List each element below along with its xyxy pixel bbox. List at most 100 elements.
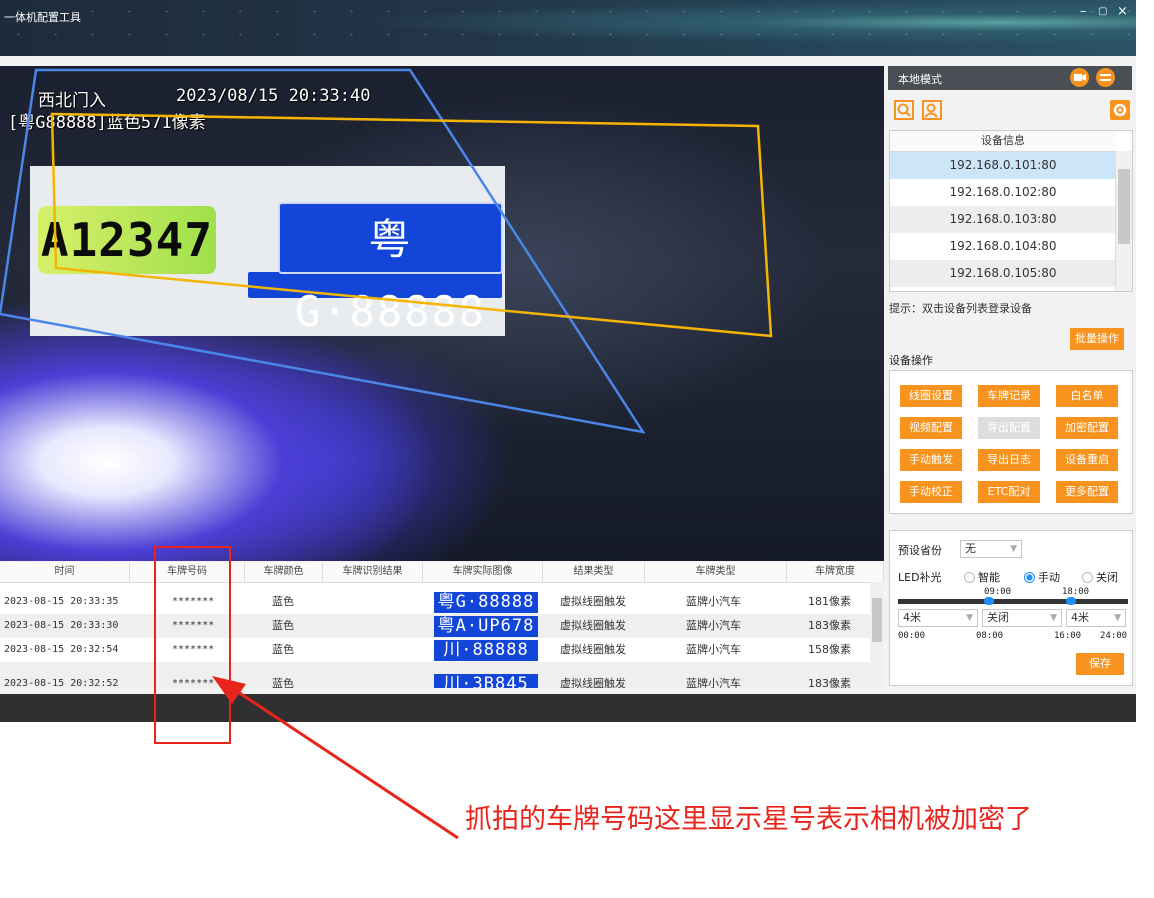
table-row[interactable]: 2023-08-15 20:33:35 ******* 蓝色 粤G·88888 … [0, 590, 870, 614]
cell-width: 158像素 [808, 643, 851, 656]
col-image[interactable]: 车牌实际图像 [423, 562, 543, 582]
title-bar: 一体机配置工具 – ▢ × [0, 0, 1136, 56]
cell-color: 蓝色 [272, 677, 294, 688]
cell-plate-image: 粤G·88888 [434, 592, 538, 613]
led-label: LED补光 [898, 571, 942, 584]
col-plate-type[interactable]: 车牌类型 [645, 562, 787, 582]
device-row[interactable]: 192.168.0.102:80 [890, 179, 1116, 206]
segment-select-2[interactable]: 关闭 ▼ [982, 609, 1062, 627]
save-button[interactable]: 保存 [1076, 653, 1124, 675]
cell-width: 183像素 [808, 619, 851, 632]
gear-icon[interactable] [1110, 100, 1130, 120]
table-scrollbar[interactable] [870, 582, 884, 688]
user-icon[interactable] [922, 100, 942, 120]
cell-time: 2023-08-15 20:32:52 [4, 678, 119, 688]
segment-select-1[interactable]: 4米 ▼ [898, 609, 978, 627]
axis-label: 16:00 [1054, 631, 1082, 641]
time-slider-track[interactable] [898, 599, 1128, 604]
col-time[interactable]: 时间 [0, 562, 130, 582]
switch-icon[interactable] [1096, 68, 1115, 87]
export-config-button[interactable]: 导出配置 [978, 417, 1040, 439]
scrollbar-thumb[interactable] [1118, 169, 1130, 244]
record-icon[interactable] [1070, 68, 1089, 87]
device-scrollbar[interactable] [1115, 151, 1132, 291]
device-reboot-button[interactable]: 设备重启 [1056, 449, 1118, 471]
device-row[interactable]: 192.168.0.104:80 [890, 233, 1116, 260]
radio-selected-icon [1024, 572, 1035, 583]
chevron-down-icon: ▼ [1010, 544, 1017, 554]
whitelist-button[interactable]: 白名单 [1056, 385, 1118, 407]
segment-value: 4米 [903, 611, 921, 624]
cell-result-type: 虚拟线圈触发 [560, 643, 626, 656]
more-config-button[interactable]: 更多配置 [1056, 481, 1118, 503]
col-width[interactable]: 车牌宽度 [787, 562, 884, 582]
records-table: 时间 车牌号码 车牌颜色 车牌识别结果 车牌实际图像 结果类型 车牌类型 车牌宽… [0, 562, 884, 688]
led-option-smart[interactable]: 智能 [964, 569, 1000, 585]
chevron-down-icon: ▼ [1050, 613, 1057, 623]
time-slider-handle-start[interactable] [984, 597, 994, 605]
coil-settings-button[interactable]: 线圈设置 [900, 385, 962, 407]
chevron-down-icon: ▼ [966, 613, 973, 623]
table-row[interactable]: 2023-08-15 20:33:30 ******* 蓝色 粤A·UP678 … [0, 614, 870, 638]
encryption-config-button[interactable]: 加密配置 [1056, 417, 1118, 439]
col-result-type[interactable]: 结果类型 [543, 562, 645, 582]
table-row[interactable]: 2023-08-15 20:32:52 ******* 蓝色 川·3B845 虚… [0, 662, 870, 688]
led-option-off[interactable]: 关闭 [1082, 569, 1118, 585]
cell-color: 蓝色 [272, 643, 294, 656]
cell-color: 蓝色 [272, 595, 294, 608]
mode-label: 本地模式 [898, 73, 942, 86]
title-bar-background [0, 0, 1136, 56]
col-color[interactable]: 车牌颜色 [245, 562, 323, 582]
table-header: 时间 车牌号码 车牌颜色 车牌识别结果 车牌实际图像 结果类型 车牌类型 车牌宽… [0, 562, 884, 583]
cell-color: 蓝色 [272, 619, 294, 632]
province-label: 预设省份 [898, 544, 942, 557]
window-title: 一体机配置工具 [4, 11, 81, 24]
maximize-button[interactable]: ▢ [1098, 6, 1107, 17]
plate-records-button[interactable]: 车牌记录 [978, 385, 1040, 407]
cell-plate-image: 川·88888 [434, 640, 538, 661]
annotation-caption: 抓拍的车牌号码这里显示星号表示相机被加密了 [465, 804, 1032, 835]
cell-result-type: 虚拟线圈触发 [560, 595, 626, 608]
led-settings: 预设省份 无 ▼ LED补光 智能 手动 关闭 09:00 18:00 4米 ▼ … [889, 530, 1133, 686]
table-row[interactable]: 2023-08-15 20:32:54 ******* 蓝色 川·88888 虚… [0, 638, 870, 662]
axis-label: 00:00 [898, 631, 926, 641]
close-button[interactable]: × [1117, 4, 1128, 19]
search-icon[interactable] [894, 100, 914, 120]
virtual-coil-zone[interactable] [0, 68, 646, 434]
manual-trigger-button[interactable]: 手动触发 [900, 449, 962, 471]
ops-title: 设备操作 [889, 354, 933, 367]
province-select[interactable]: 无 ▼ [960, 540, 1022, 558]
device-row[interactable]: 192.168.0.105:80 [890, 260, 1116, 287]
cell-plate-type: 蓝牌小汽车 [686, 595, 741, 608]
detection-zones[interactable] [0, 66, 884, 561]
video-preview[interactable]: A12347 粤G·88888 西北门入 2023/08/15 20:33:40… [0, 66, 884, 561]
cell-plate-type: 蓝牌小汽车 [686, 677, 741, 688]
col-result[interactable]: 车牌识别结果 [323, 562, 423, 582]
mode-header: 本地模式 [888, 66, 1132, 90]
video-config-button[interactable]: 视频配置 [900, 417, 962, 439]
axis-label: 08:00 [976, 631, 1004, 641]
annotation-highlight-box [154, 546, 231, 744]
cell-plate-image: 川·3B845 [434, 674, 538, 688]
led-option-manual[interactable]: 手动 [1024, 569, 1060, 585]
cell-time: 2023-08-15 20:33:35 [4, 596, 119, 607]
led-option-label: 关闭 [1096, 571, 1118, 584]
segment-select-3[interactable]: 4米 ▼ [1066, 609, 1126, 627]
device-row[interactable]: 192.168.0.101:80 [890, 152, 1116, 179]
slider-label-start: 09:00 [984, 587, 1012, 597]
batch-operation-button[interactable]: 批量操作 [1070, 328, 1124, 350]
device-row[interactable]: 192.168.0.103:80 [890, 206, 1116, 233]
led-option-label: 智能 [978, 571, 1000, 584]
cell-plate-type: 蓝牌小汽车 [686, 643, 741, 656]
etc-pairing-button[interactable]: ETC配对 [978, 481, 1040, 503]
manual-calibration-button[interactable]: 手动校正 [900, 481, 962, 503]
cell-result-type: 虚拟线圈触发 [560, 619, 626, 632]
time-slider-handle-end[interactable] [1066, 597, 1076, 605]
export-log-button[interactable]: 导出日志 [978, 449, 1040, 471]
minimize-button[interactable]: – [1080, 4, 1087, 19]
cell-time: 2023-08-15 20:32:54 [4, 644, 119, 655]
device-operations: 线圈设置 车牌记录 白名单 视频配置 导出配置 加密配置 手动触发 导出日志 设… [889, 370, 1133, 514]
cell-time: 2023-08-15 20:33:30 [4, 620, 119, 631]
recognition-zone[interactable] [50, 112, 773, 338]
scrollbar-thumb[interactable] [872, 598, 882, 642]
